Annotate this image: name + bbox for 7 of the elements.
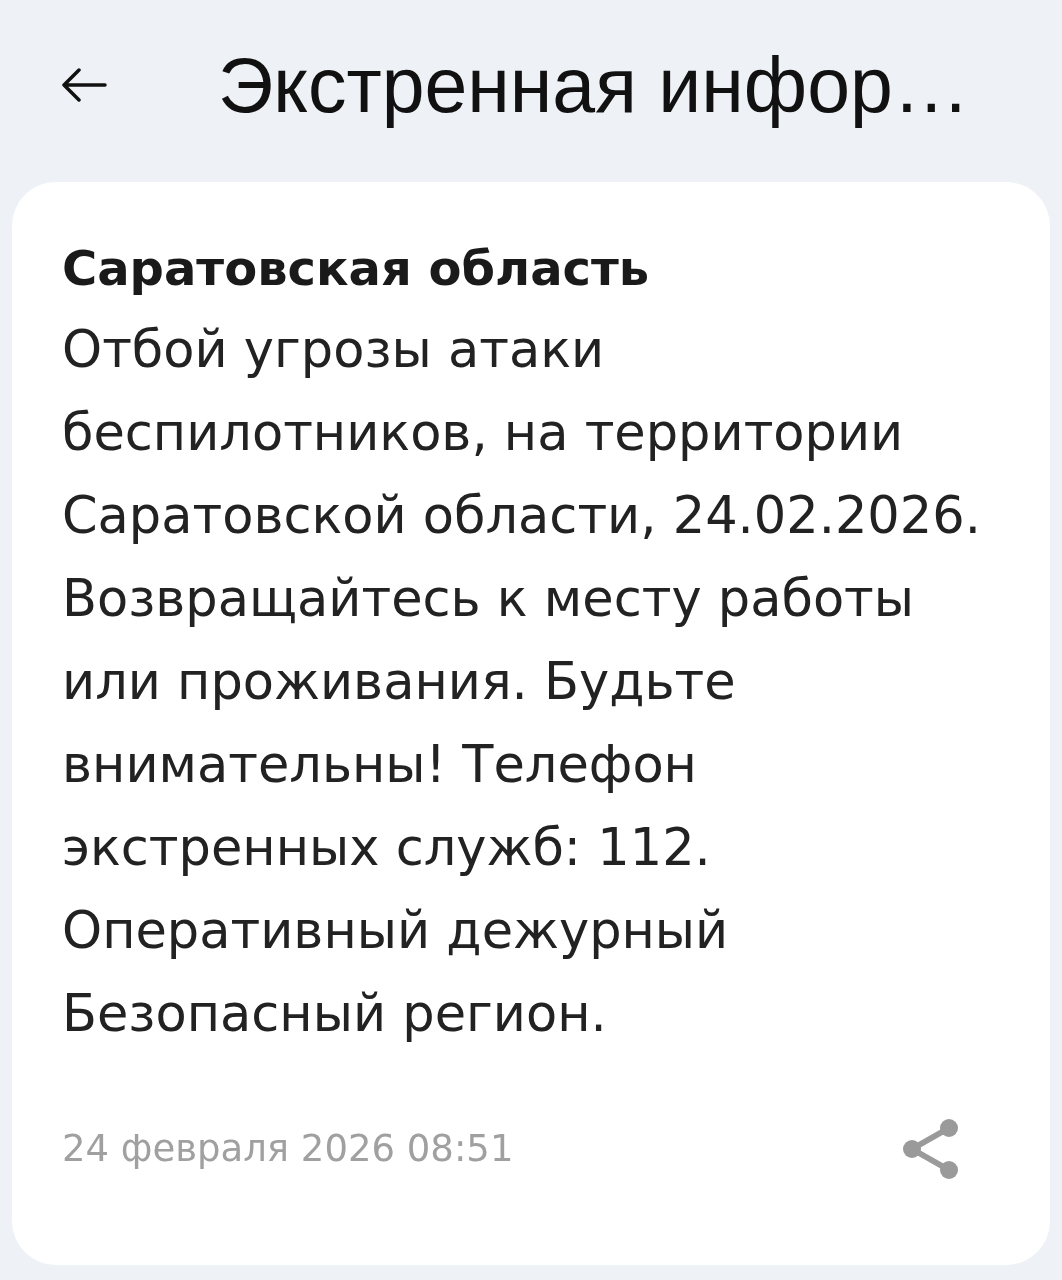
back-arrow-icon — [61, 68, 107, 102]
page-title: Экстренная инфор… — [218, 40, 970, 130]
message-date: 24 февраля 2026 08:51 — [62, 1126, 514, 1172]
share-button[interactable] — [900, 1117, 960, 1181]
message-text: Отбой угрозы атаки беспилотников, на территории Саратовской области, 24.02.2026. Возвращайтесь к месту работы или проживания. Будьте внимательны! Телефон экстренных служб: 112. Оперативный дежурный Безопасный регион. — [62, 319, 981, 1045]
share-icon — [902, 1118, 958, 1180]
region-title: Саратовская область — [62, 239, 650, 298]
